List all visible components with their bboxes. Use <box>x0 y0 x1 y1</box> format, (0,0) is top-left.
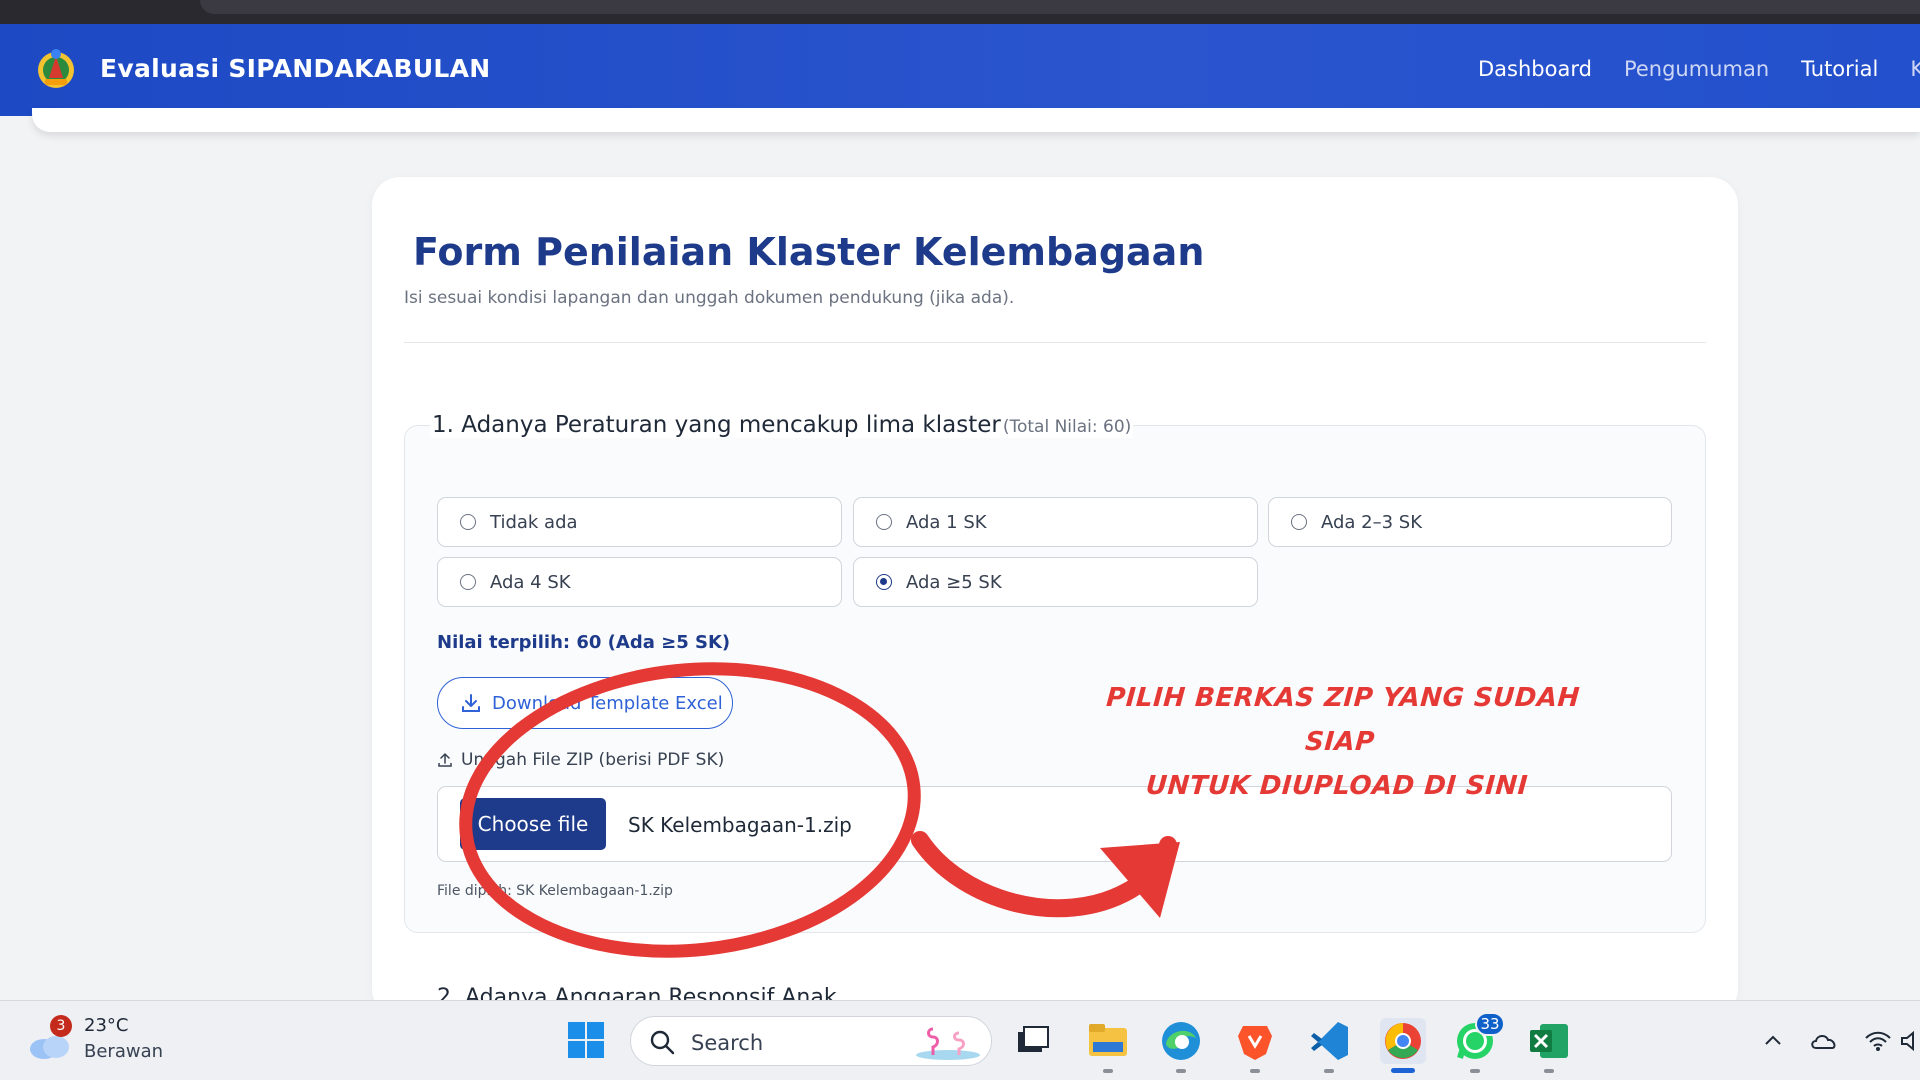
form-subtitle: Isi sesuai kondisi lapangan dan unggah d… <box>404 288 1015 308</box>
volume-icon[interactable] <box>1900 1030 1920 1052</box>
option-ada-5-sk[interactable]: Ada ≥5 SK <box>853 557 1258 607</box>
annotation-text: PILIH BERKAS ZIP YANG SUDAH SIAP UNTUK D… <box>1080 676 1599 808</box>
radio-checked-icon[interactable] <box>876 574 892 590</box>
nav-dashboard[interactable]: Dashboard <box>1478 57 1592 81</box>
selected-value-text: Nilai terpilih: 60 (Ada ≥5 SK) <box>437 632 731 653</box>
taskbar-search[interactable]: Search <box>630 1016 992 1066</box>
browser-tab-strip <box>200 0 1920 14</box>
vscode-icon[interactable] <box>1306 1018 1352 1064</box>
radio-icon[interactable] <box>1291 514 1307 530</box>
option-label: Ada 4 SK <box>490 571 571 593</box>
form-title: Form Penilaian Klaster Kelembagaan <box>413 230 1205 274</box>
option-ada-1-sk[interactable]: Ada 1 SK <box>853 497 1258 547</box>
radio-icon[interactable] <box>460 574 476 590</box>
file-selected-note: File dipilih: SK Kelembagaan-1.zip <box>437 883 673 899</box>
question-1-legend: 1. Adanya Peraturan yang mencakup lima k… <box>430 412 1134 438</box>
option-label: Ada 1 SK <box>906 511 987 533</box>
top-navbar: Evaluasi SIPANDAKABULAN Dashboard Pengum… <box>0 24 1920 116</box>
annotation-line-1: PILIH BERKAS ZIP YANG SUDAH SIAP <box>1105 683 1581 757</box>
whatsapp-badge: 33 <box>1475 1012 1505 1036</box>
file-explorer-icon[interactable] <box>1085 1018 1131 1064</box>
nav-pengumuman[interactable]: Pengumuman <box>1624 57 1769 81</box>
option-label: Ada ≥5 SK <box>906 571 1002 593</box>
brave-icon[interactable] <box>1232 1018 1278 1064</box>
app-logo-icon[interactable] <box>36 46 76 92</box>
download-template-button[interactable]: Download Template Excel <box>437 677 733 729</box>
weather-widget[interactable]: 3 23°C Berawan <box>28 1015 188 1069</box>
option-label: Tidak ada <box>490 511 578 533</box>
question-1-label: 1. Adanya Peraturan yang mencakup lima k… <box>432 412 1001 438</box>
weather-temp: 23°C <box>84 1015 129 1036</box>
radio-icon[interactable] <box>876 514 892 530</box>
nav-tutorial[interactable]: Tutorial <box>1801 57 1878 81</box>
task-view-icon[interactable] <box>1010 1018 1056 1064</box>
option-ada-2-3-sk[interactable]: Ada 2–3 SK <box>1268 497 1672 547</box>
active-app-indicator <box>1391 1068 1415 1073</box>
wifi-icon[interactable] <box>1864 1030 1892 1052</box>
running-indicator <box>1470 1069 1480 1073</box>
upload-label-text: Unggah File ZIP (berisi PDF SK) <box>461 750 725 770</box>
running-indicator <box>1250 1069 1260 1073</box>
upload-icon <box>438 752 452 767</box>
divider <box>404 342 1706 343</box>
running-indicator <box>1544 1069 1554 1073</box>
running-indicator <box>1103 1069 1113 1073</box>
search-label: Search <box>691 1031 764 1055</box>
radio-icon[interactable] <box>460 514 476 530</box>
upload-label: Unggah File ZIP (berisi PDF SK) <box>437 750 724 770</box>
header-card-edge <box>32 108 1920 132</box>
download-template-label: Download Template Excel <box>492 692 723 714</box>
weather-condition: Berawan <box>84 1041 164 1062</box>
nav-kontak[interactable]: Kont <box>1910 57 1920 81</box>
annotation-line-2: UNTUK DIUPLOAD DI SINI <box>1144 771 1529 801</box>
windows-start-icon[interactable] <box>566 1020 606 1060</box>
option-label: Ada 2–3 SK <box>1321 511 1423 533</box>
choose-file-button[interactable]: Choose file <box>460 798 606 850</box>
app-brand[interactable]: Evaluasi SIPANDAKABULAN <box>100 54 491 83</box>
option-ada-4-sk[interactable]: Ada 4 SK <box>437 557 842 607</box>
onedrive-icon[interactable] <box>1810 1030 1840 1052</box>
weather-badge: 3 <box>50 1015 72 1037</box>
search-icon <box>650 1030 675 1055</box>
edge-icon[interactable] <box>1158 1018 1204 1064</box>
running-indicator <box>1324 1069 1334 1073</box>
nav-links: Dashboard Pengumuman Tutorial Kont <box>1478 57 1920 81</box>
chrome-icon[interactable] <box>1380 1018 1426 1064</box>
download-icon <box>462 694 480 712</box>
question-1-total: (Total Nilai: 60) <box>1002 417 1132 437</box>
selected-file-name: SK Kelembagaan-1.zip <box>628 813 852 837</box>
option-tidak-ada[interactable]: Tidak ada <box>437 497 842 547</box>
excel-icon[interactable] <box>1526 1018 1572 1064</box>
browser-top-bar <box>0 0 1920 24</box>
flamingo-highlight-icon <box>916 1027 980 1060</box>
chevron-up-icon[interactable] <box>1762 1030 1784 1052</box>
running-indicator <box>1176 1069 1186 1073</box>
